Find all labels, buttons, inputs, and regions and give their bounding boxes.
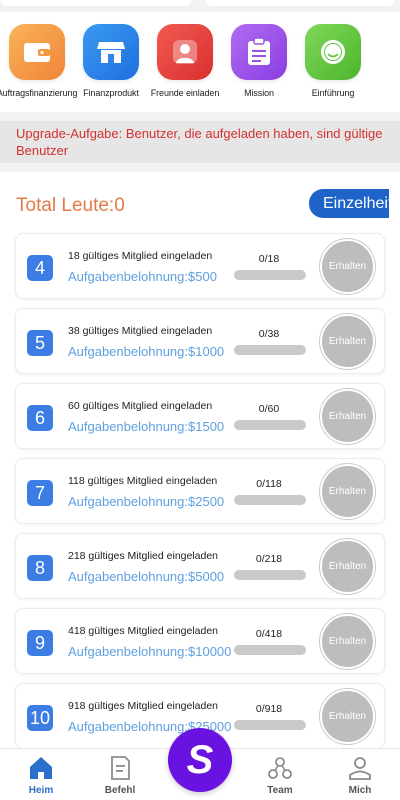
shortcut-invite-friends[interactable]: Freunde einladen: [148, 12, 222, 112]
progress-text: 0/418: [255, 628, 283, 640]
level-badge: 6: [27, 405, 53, 431]
task-card: 8 218 gültiges Mitglied eingeladen Aufga…: [15, 533, 385, 599]
top-strip: [0, 0, 400, 12]
shortcut-label: Finanzprodukt: [83, 88, 139, 98]
progress-text: 0/218: [255, 553, 283, 565]
task-reward: Aufgabenbelohnung:$5000: [68, 569, 225, 584]
clipboard-icon: [231, 24, 287, 80]
top-card-right: [205, 0, 395, 6]
nav-label: Heim: [28, 785, 54, 796]
task-description: 218 gültiges Mitglied eingeladen: [68, 550, 219, 562]
progress-bar: [234, 420, 306, 430]
progress-bar: [234, 270, 306, 280]
progress-bar: [234, 720, 306, 730]
progress-bar: [234, 570, 306, 580]
nav-home[interactable]: Heim: [11, 749, 71, 800]
level-badge: 7: [27, 480, 53, 506]
level-badge: 8: [27, 555, 53, 581]
shortcut-introduction[interactable]: Einführung: [296, 12, 370, 112]
shortcut-mission[interactable]: Mission: [222, 12, 296, 112]
task-reward: Aufgabenbelohnung:$500: [68, 269, 217, 284]
task-card: 4 18 gültiges Mitglied eingeladen Aufgab…: [15, 233, 385, 299]
task-description: 18 gültiges Mitglied eingeladen: [68, 250, 213, 262]
level-badge: 9: [27, 630, 53, 656]
shortcut-label: Einführung: [311, 88, 355, 98]
task-reward: Aufgabenbelohnung:$2500: [68, 494, 225, 509]
task-reward: Aufgabenbelohnung:$1000: [68, 344, 225, 359]
progress-bar: [234, 345, 306, 355]
claim-button[interactable]: Erhalten: [320, 314, 375, 369]
shortcut-label: Mission: [244, 88, 274, 98]
claim-button[interactable]: Erhalten: [320, 389, 375, 444]
nav-team[interactable]: Team: [250, 749, 310, 800]
shortcut-label: Freunde einladen: [150, 88, 220, 98]
nav-me[interactable]: Mich: [330, 749, 390, 800]
team-icon: [268, 757, 292, 779]
task-card: 9 418 gültiges Mitglied eingeladen Aufga…: [15, 608, 385, 674]
claim-button[interactable]: Erhalten: [320, 539, 375, 594]
progress-text: 0/118: [256, 478, 282, 490]
document-icon: [111, 756, 130, 780]
task-card: 6 60 gültiges Mitglied eingeladen Aufgab…: [15, 383, 385, 449]
nav-label: Mich: [348, 785, 372, 796]
progress-bar: [234, 645, 306, 655]
store-icon: [83, 24, 139, 80]
home-icon: [30, 757, 52, 779]
task-reward: Aufgabenbelohnung:$10000: [68, 644, 232, 659]
progress-text: 0/60: [258, 403, 280, 415]
level-badge: 10: [27, 705, 53, 731]
center-action-button[interactable]: S: [168, 728, 232, 792]
user-icon: [157, 24, 213, 80]
details-button[interactable]: Einzelheiten: [309, 189, 389, 218]
claim-button[interactable]: Erhalten: [320, 689, 375, 744]
task-reward: Aufgabenbelohnung:$1500: [68, 419, 225, 434]
wallet-icon: [9, 24, 65, 80]
progress-bar: [234, 495, 306, 505]
task-description: 918 gültiges Mitglied eingeladen: [68, 700, 219, 712]
claim-button[interactable]: Erhalten: [320, 239, 375, 294]
task-panel: Total Leute:0 Einzelheiten 4 18 gültiges…: [0, 172, 400, 750]
claim-button[interactable]: Erhalten: [320, 464, 375, 519]
task-card: 7 118 gültiges Mitglied eingeladen Aufga…: [15, 458, 385, 524]
person-icon: [349, 757, 371, 780]
task-description: 60 gültiges Mitglied eingeladen: [68, 400, 213, 412]
progress-text: 0/18: [258, 253, 280, 265]
progress-text: 0/38: [258, 328, 280, 340]
nav-label: Team: [267, 785, 293, 796]
level-badge: 5: [27, 330, 53, 356]
task-card: 5 38 gültiges Mitglied eingeladen Aufgab…: [15, 308, 385, 374]
task-description: 38 gültiges Mitglied eingeladen: [68, 325, 213, 337]
progress-text: 0/918: [255, 703, 283, 715]
task-description: 118 gültiges Mitglied eingeladen: [68, 475, 218, 487]
top-card-left: [0, 0, 192, 6]
shortcut-financial-product[interactable]: Finanzprodukt: [74, 12, 148, 112]
task-description: 418 gültiges Mitglied eingeladen: [68, 625, 219, 637]
shortcut-label: Auftragsfinanzierung: [0, 88, 78, 98]
smile-icon: [305, 24, 361, 80]
level-badge: 4: [27, 255, 53, 281]
nav-orders[interactable]: Befehl: [90, 749, 150, 800]
shortcut-order-financing[interactable]: Auftragsfinanzierung: [0, 12, 78, 112]
shortcut-bar: Auftragsfinanzierung Finanzprodukt Freun…: [0, 12, 400, 112]
total-people: Total Leute:0: [16, 195, 125, 216]
nav-label: Befehl: [104, 785, 136, 796]
claim-button[interactable]: Erhalten: [320, 614, 375, 669]
upgrade-notice: Upgrade-Aufgabe: Benutzer, die aufgelade…: [0, 121, 400, 163]
